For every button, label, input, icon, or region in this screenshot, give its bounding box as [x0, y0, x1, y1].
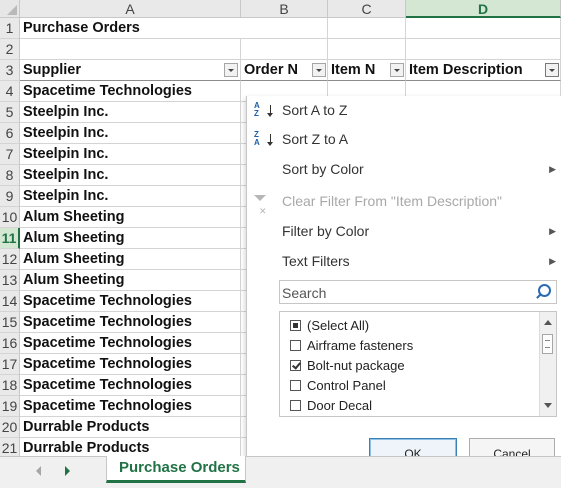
filter-button-item-no[interactable] [390, 63, 404, 77]
supplier-cell[interactable]: Steelpin Inc. [20, 123, 241, 144]
row-header[interactable]: 16 [0, 333, 20, 354]
row-header[interactable]: 1 [0, 18, 20, 39]
filter-list-item-label: Bolt-nut package [307, 358, 405, 373]
scroll-down-icon[interactable] [544, 403, 552, 408]
select-all-corner[interactable] [0, 0, 20, 18]
checkbox[interactable] [290, 360, 301, 371]
filter-value-list: (Select All) Airframe fasteners Bolt-nut p… [279, 311, 557, 417]
menu-sort-z-to-a-label: Sort Z to A [282, 131, 349, 147]
sheet-tab-bar: Purchase Orders [0, 456, 561, 488]
row-header[interactable]: 2 [0, 39, 20, 60]
menu-sort-z-to-a[interactable]: ZA Sort Z to A [247, 125, 561, 153]
header-cell-item-description[interactable]: Item Description [406, 60, 561, 81]
row-header[interactable]: 10 [0, 207, 20, 228]
scroll-thumb[interactable] [542, 334, 553, 354]
supplier-cell[interactable]: Spacetime Technologies [20, 375, 241, 396]
next-sheet-icon[interactable] [65, 466, 70, 476]
menu-clear-filter-label: Clear Filter From "Item Description" [282, 193, 502, 209]
supplier-cell[interactable]: Spacetime Technologies [20, 312, 241, 333]
grid-cell[interactable] [328, 18, 406, 39]
menu-clear-filter: Clear Filter From "Item Description" [247, 187, 561, 225]
clear-filter-icon [254, 195, 267, 225]
previous-sheet-icon[interactable] [36, 466, 41, 476]
menu-sort-a-to-z[interactable]: AZ Sort A to Z [247, 96, 561, 124]
row-header[interactable]: 13 [0, 270, 20, 291]
supplier-cell[interactable]: Steelpin Inc. [20, 186, 241, 207]
scroll-up-icon[interactable] [544, 320, 552, 325]
submenu-arrow-icon: ▶ [549, 256, 556, 266]
row-header[interactable]: 7 [0, 144, 20, 165]
filter-list-item-label: Airframe fasteners [307, 338, 414, 353]
menu-filter-by-color[interactable]: Filter by Color ▶ [247, 217, 561, 245]
row-header[interactable]: 12 [0, 249, 20, 270]
supplier-cell[interactable]: Steelpin Inc. [20, 144, 241, 165]
supplier-cell[interactable]: Alum Sheeting [20, 207, 241, 228]
menu-filter-by-color-label: Filter by Color [282, 223, 370, 239]
sheet-tab-purchase-orders[interactable]: Purchase Orders [106, 456, 246, 483]
checkbox[interactable] [290, 340, 301, 351]
row-header[interactable]: 19 [0, 396, 20, 417]
column-header-b[interactable]: B [241, 0, 328, 18]
row-header[interactable]: 5 [0, 102, 20, 123]
grid-cell[interactable] [328, 39, 406, 60]
grid-cell[interactable] [241, 18, 328, 39]
filter-button-order-no[interactable] [312, 63, 326, 77]
supplier-cell[interactable]: Spacetime Technologies [20, 291, 241, 312]
grid-cell[interactable] [406, 39, 561, 60]
menu-text-filters-label: Text Filters [282, 253, 350, 269]
spreadsheet: A B C D 1 Purchase Orders 2 3 Supplier Order … [0, 0, 561, 488]
column-header-c[interactable]: C [328, 0, 406, 18]
checkbox[interactable] [290, 400, 301, 411]
row-header[interactable]: 3 [0, 60, 20, 81]
column-header-d[interactable]: D [406, 0, 561, 18]
column-header-a[interactable]: A [20, 0, 241, 18]
supplier-cell[interactable]: Spacetime Technologies [20, 396, 241, 417]
list-scrollbar[interactable] [539, 312, 556, 416]
submenu-arrow-icon: ▶ [549, 164, 556, 174]
sort-descending-icon: ZA [254, 131, 273, 147]
row-header[interactable]: 14 [0, 291, 20, 312]
menu-text-filters[interactable]: Text Filters ▶ [247, 247, 561, 275]
supplier-cell[interactable]: Spacetime Technologies [20, 333, 241, 354]
filter-list-item-label: Door Decal [307, 398, 373, 413]
filter-button-supplier[interactable] [224, 63, 238, 77]
menu-sort-a-to-z-label: Sort A to Z [282, 102, 348, 118]
filter-list-item-label: Control Panel [307, 378, 386, 393]
supplier-cell[interactable] [20, 39, 241, 60]
checkbox[interactable] [290, 320, 301, 331]
row-header[interactable]: 4 [0, 81, 20, 102]
filter-search-input[interactable] [280, 281, 528, 305]
search-icon[interactable] [538, 284, 551, 297]
filter-menu: AZ Sort A to Z ZA Sort Z to A Sort by Co… [246, 96, 561, 476]
row-header[interactable]: 8 [0, 165, 20, 186]
filter-button-item-description[interactable] [545, 63, 559, 77]
supplier-cell[interactable]: Durrable Products [20, 417, 241, 438]
row-header[interactable]: 15 [0, 312, 20, 333]
row-header[interactable]: 18 [0, 375, 20, 396]
filter-list-item-label: (Select All) [307, 318, 370, 333]
row-header[interactable]: 20 [0, 417, 20, 438]
menu-sort-by-color[interactable]: Sort by Color ▶ [247, 155, 561, 183]
supplier-cell[interactable]: Spacetime Technologies [20, 354, 241, 375]
row-header[interactable]: 11 [0, 228, 20, 249]
header-cell-supplier[interactable]: Supplier [20, 60, 241, 81]
supplier-cell[interactable]: Alum Sheeting [20, 228, 241, 249]
filter-search-box [279, 280, 557, 305]
supplier-cell[interactable]: Alum Sheeting [20, 249, 241, 270]
grid-cell[interactable] [241, 39, 328, 60]
grid-cell[interactable] [406, 18, 561, 39]
row-header[interactable]: 6 [0, 123, 20, 144]
sort-ascending-icon: AZ [254, 102, 273, 118]
submenu-arrow-icon: ▶ [549, 226, 556, 236]
supplier-cell[interactable]: Steelpin Inc. [20, 165, 241, 186]
supplier-cell[interactable]: Alum Sheeting [20, 270, 241, 291]
supplier-cell[interactable]: Spacetime Technologies [20, 81, 241, 102]
row-header[interactable]: 9 [0, 186, 20, 207]
supplier-cell[interactable]: Purchase Orders [20, 18, 241, 39]
supplier-cell[interactable]: Steelpin Inc. [20, 102, 241, 123]
menu-sort-by-color-label: Sort by Color [282, 161, 364, 177]
checkbox[interactable] [290, 380, 301, 391]
row-header[interactable]: 17 [0, 354, 20, 375]
